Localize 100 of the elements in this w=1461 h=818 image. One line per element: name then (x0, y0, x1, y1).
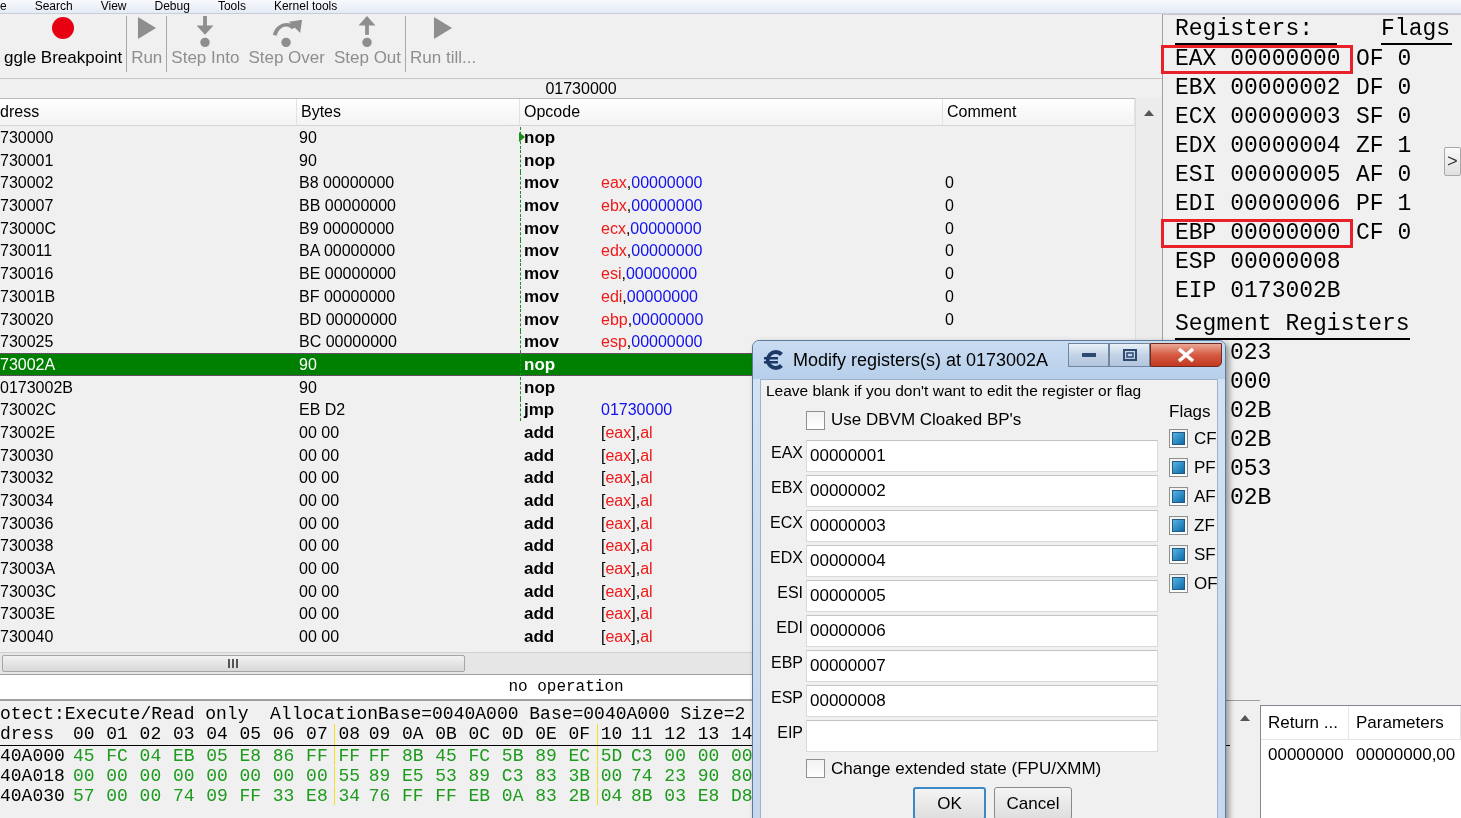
table-cell-text: BA 00000000 (298, 241, 396, 262)
checkbox-label[interactable]: Use DBVM Cloaked BP's (831, 410, 1022, 430)
input-field[interactable]: 00000003 (806, 509, 1158, 542)
menu-item[interactable]: View (100, 0, 127, 13)
input-field[interactable]: 00000001 (806, 439, 1158, 472)
column-header[interactable]: Opcode (520, 99, 943, 125)
register-value[interactable]: 0173002B (1230, 280, 1341, 303)
register-value[interactable]: 00000008 (1230, 251, 1341, 274)
table-row[interactable]: 730002 B8 00000000 mov eax,00000000 0 (0, 171, 1135, 195)
register-label: EDI (775, 618, 804, 637)
checkbox[interactable] (806, 410, 825, 430)
table-cell-text: 730020 (0, 309, 54, 330)
column-header[interactable]: Return ... (1261, 706, 1349, 740)
segment-value[interactable]: 02B (1230, 398, 1272, 424)
minimize-button[interactable] (1068, 343, 1109, 367)
segment-value[interactable]: 053 (1230, 456, 1272, 482)
input-field[interactable]: 00000004 (806, 544, 1158, 577)
menu-item[interactable]: Tools (217, 0, 246, 13)
checkbox-label[interactable]: ZF (1194, 515, 1215, 536)
register-value[interactable]: 00000005 (1230, 164, 1341, 187)
register-value[interactable]: 00000002 (1230, 77, 1341, 100)
table-row[interactable]: 730007 BB 00000000 mov ebx,00000000 0 (0, 194, 1135, 217)
checkbox[interactable] (1169, 429, 1188, 448)
menu-item[interactable]: e (0, 0, 7, 13)
table-cell-text: B9 00000000 (298, 218, 395, 239)
table-row[interactable]: 730001 90 nop (0, 148, 1135, 172)
table-row[interactable]: 730016 BE 00000000 mov esi,00000000 0 (0, 262, 1135, 285)
input-field[interactable] (806, 719, 1158, 752)
checkbox-label[interactable]: PF (1194, 457, 1216, 478)
column-header[interactable]: Parameters (1349, 706, 1461, 740)
register-name: EDX (1175, 135, 1217, 158)
close-button[interactable] (1150, 343, 1222, 367)
flag-value[interactable]: 0 (1397, 74, 1412, 103)
segment-value[interactable]: 02B (1230, 427, 1272, 453)
flag-value[interactable]: 0 (1397, 219, 1412, 248)
checkbox-label[interactable]: AF (1194, 486, 1216, 507)
menu-item[interactable]: Kernel tools (273, 0, 338, 13)
column-header: 07 (305, 724, 329, 745)
register-value[interactable]: 00000003 (1230, 106, 1341, 129)
register-label: EDX (769, 548, 804, 567)
checkbox[interactable] (1169, 574, 1188, 593)
column-header[interactable]: dress (0, 99, 297, 125)
input-field[interactable]: 00000005 (806, 579, 1158, 612)
flag-value[interactable]: 1 (1397, 190, 1412, 219)
checkbox-label[interactable]: Change extended state (FPU/XMM) (831, 758, 1102, 779)
register-value[interactable]: 00000000 (1230, 48, 1341, 71)
table-cell-text: ebp,00000000 (600, 309, 704, 330)
maximize-button[interactable] (1109, 343, 1150, 367)
table-row[interactable]: 730000 90 nop (0, 126, 1135, 149)
table-cell-text: 90 (298, 354, 317, 375)
table-row[interactable]: 73001B BF 00000000 mov edi,00000000 0 (0, 284, 1135, 308)
input-field[interactable]: 00000008 (806, 684, 1158, 717)
table-cell-text: 730007 (0, 196, 54, 217)
toolbar-button[interactable]: ggle Breakpoint (0, 16, 128, 72)
column-header: 05 (238, 724, 263, 745)
input-field[interactable]: 00000002 (806, 474, 1158, 507)
table-row[interactable]: 73000C B9 00000000 mov ecx,00000000 0 (0, 216, 1135, 240)
register-value[interactable]: 00000006 (1230, 193, 1341, 216)
table-cell: mov (520, 285, 559, 308)
checkbox[interactable] (806, 759, 825, 778)
dialog-button[interactable]: Cancel (994, 787, 1072, 818)
segment-value[interactable]: 000 (1230, 369, 1272, 395)
dialog-button[interactable]: OK (913, 787, 986, 818)
menu-item[interactable]: Debug (154, 0, 190, 13)
segment-value[interactable]: 02B (1230, 485, 1272, 511)
checkbox-label[interactable]: OF (1194, 573, 1218, 594)
flag-name: ZF (1356, 132, 1384, 161)
checkbox-label[interactable]: CF (1194, 428, 1217, 449)
checkbox[interactable] (1169, 545, 1188, 564)
checkbox[interactable] (1169, 458, 1188, 477)
column-header: 0C (467, 724, 492, 745)
flag-value[interactable]: 1 (1397, 132, 1412, 161)
flag-value[interactable]: 0 (1397, 45, 1412, 74)
column-header[interactable]: Bytes (297, 99, 520, 125)
register-value[interactable]: 00000000 (1230, 222, 1341, 245)
input-field[interactable]: 00000006 (806, 614, 1158, 647)
table-cell-text: BE 00000000 (298, 264, 396, 285)
checkbox[interactable] (1169, 487, 1188, 506)
input-field[interactable]: 00000007 (806, 649, 1158, 682)
expand-button[interactable]: > (1444, 147, 1461, 176)
checkbox-label[interactable]: SF (1194, 544, 1216, 565)
table-cell-text: add (523, 603, 555, 626)
hint-text: Leave blank if you don't want to edit the register or flag (765, 381, 1143, 401)
flags-title: Flags (1169, 402, 1212, 423)
register-value[interactable]: 00000004 (1230, 135, 1341, 158)
table-row[interactable]: 730020 BD 00000000 mov ebp,00000000 0 (0, 307, 1135, 331)
scroll-thumb[interactable] (2, 655, 465, 672)
table-cell-text: 90 (298, 150, 317, 171)
flag-value[interactable]: 0 (1397, 161, 1412, 190)
table-cell-text: BB 00000000 (298, 196, 396, 217)
table-cell: mov (520, 172, 559, 195)
table-cell-text: eax,00000000 (600, 173, 703, 194)
column-header: 01 (105, 724, 129, 745)
checkbox[interactable] (1169, 516, 1188, 535)
segment-value[interactable]: 023 (1230, 340, 1272, 366)
caret-up-icon (1240, 715, 1250, 721)
flag-value[interactable]: 0 (1397, 103, 1412, 132)
table-row[interactable]: 730011 BA 00000000 mov edx,00000000 0 (0, 239, 1135, 263)
menu-item[interactable]: Search (34, 0, 73, 13)
address-label: 01730000 (545, 80, 617, 97)
